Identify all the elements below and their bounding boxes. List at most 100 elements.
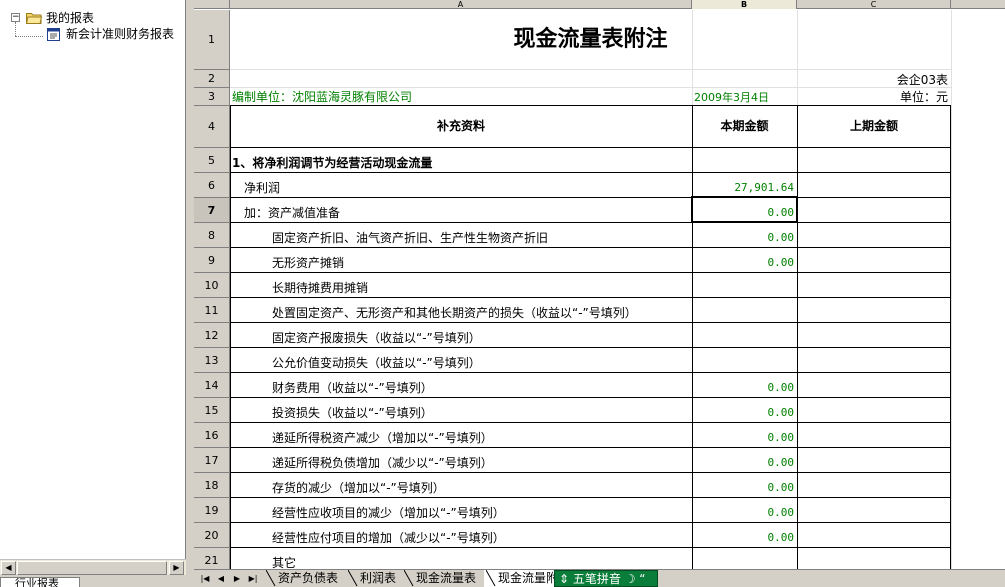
row-label[interactable]: 经营性应收项目的减少（增加以“-”号填列） [272, 504, 690, 522]
previous-amount-cell[interactable] [799, 379, 947, 397]
row-header[interactable]: 19 [194, 498, 230, 523]
previous-amount-cell[interactable] [799, 504, 947, 522]
current-amount-cell[interactable]: 0.00 [694, 479, 795, 497]
current-amount-cell[interactable]: 0.00 [694, 254, 795, 272]
current-amount-cell[interactable]: 0.00 [694, 429, 795, 447]
current-amount-cell[interactable]: 0.00 [694, 529, 795, 547]
row-header[interactable]: 7 [194, 198, 230, 223]
current-amount-cell[interactable] [694, 154, 794, 172]
sheet-tab[interactable]: 现金流量表 [402, 570, 484, 587]
row-label[interactable]: 经营性应付项目的增加（减少以“-”号填列） [272, 529, 690, 547]
scrollbar-thumb[interactable] [17, 561, 167, 575]
row-label[interactable]: 公允价值变动损失（收益以“-”号填列） [272, 354, 690, 372]
row-header[interactable]: 13 [194, 348, 230, 373]
row-header[interactable]: 9 [194, 248, 230, 273]
row-header[interactable]: 10 [194, 273, 230, 298]
spreadsheet[interactable]: A B C 现金流量表附注 会企03表 编制单位：沈阳蓝海灵豚有限公司 2009… [194, 0, 1005, 569]
first-sheet-icon[interactable]: |◀ [198, 572, 212, 585]
row-label[interactable]: 加：资产减值准备 [244, 204, 690, 222]
previous-amount-cell[interactable] [799, 229, 947, 247]
row-header[interactable]: 18 [194, 473, 230, 498]
row-header[interactable]: 3 [194, 88, 230, 106]
previous-amount-cell[interactable] [799, 429, 947, 447]
report-tree-panel[interactable]: − 我的报表 新会计准则财务报表 ◀ ▶ [0, 0, 186, 575]
row-label[interactable]: 递延所得税负债增加（减少以“-”号填列） [272, 454, 690, 472]
tree-horizontal-scrollbar[interactable]: ◀ ▶ [0, 559, 186, 575]
row-label[interactable]: 递延所得税资产减少（增加以“-”号填列） [272, 429, 690, 447]
ime-status-bar[interactable]: ⇕ 五笔拼音 ☽ “ [554, 570, 658, 587]
row-label[interactable]: 净利润 [244, 179, 690, 197]
scroll-left-icon[interactable]: ◀ [1, 561, 16, 575]
row-header[interactable]: 17 [194, 448, 230, 473]
row-label[interactable]: 固定资产折旧、油气资产折旧、生产性生物资产折旧 [272, 229, 690, 247]
previous-amount-cell[interactable] [799, 529, 947, 547]
row-header[interactable]: 8 [194, 223, 230, 248]
previous-amount-cell[interactable] [799, 329, 947, 347]
current-amount-cell[interactable]: 0.00 [694, 379, 795, 397]
row-label[interactable]: 投资损失（收益以“-”号填列） [272, 404, 690, 422]
previous-amount-cell[interactable] [799, 479, 947, 497]
row-header[interactable]: 1 [194, 10, 230, 70]
table-border [230, 297, 951, 298]
row-header[interactable]: 6 [194, 173, 230, 198]
table-border [797, 105, 798, 569]
row-label[interactable]: 存货的减少（增加以“-”号填列） [272, 479, 690, 497]
previous-amount-cell[interactable] [799, 154, 947, 172]
previous-amount-cell[interactable] [799, 279, 947, 297]
previous-amount-cell[interactable] [799, 179, 947, 197]
current-amount-cell[interactable]: 27,901.64 [694, 179, 794, 197]
tab-industry-reports[interactable]: 行业报表 [0, 577, 80, 587]
sheet-tab[interactable]: 现金流量附 [484, 570, 554, 587]
row-label[interactable]: 固定资产报废损失（收益以“-”号填列） [272, 329, 690, 347]
current-amount-cell[interactable]: 0.00 [694, 404, 795, 422]
row-header[interactable]: 21 [194, 548, 230, 569]
row-header[interactable]: 4 [194, 106, 230, 148]
row-header[interactable]: 2 [194, 70, 230, 88]
row-header[interactable]: 20 [194, 523, 230, 548]
sheet-tab[interactable]: 利润表 [346, 570, 402, 587]
row-header[interactable]: 11 [194, 298, 230, 323]
row-label[interactable]: 财务费用（收益以“-”号填列） [272, 379, 690, 397]
scroll-right-icon[interactable]: ▶ [169, 561, 184, 575]
tree-item-my-reports[interactable]: 我的报表 [46, 10, 94, 26]
row-header[interactable]: 5 [194, 148, 230, 173]
previous-amount-cell[interactable] [799, 454, 947, 472]
last-sheet-icon[interactable]: ▶| [246, 572, 260, 585]
current-amount-cell[interactable] [694, 554, 794, 569]
prev-sheet-icon[interactable]: ◀ [214, 572, 228, 585]
column-header-a[interactable]: A [230, 0, 692, 9]
current-amount-cell[interactable] [694, 354, 794, 372]
moon-icon[interactable]: ☽ [621, 572, 639, 586]
row-header[interactable]: 16 [194, 423, 230, 448]
previous-amount-cell[interactable] [799, 304, 947, 322]
collapse-icon[interactable]: − [11, 13, 20, 22]
previous-amount-cell[interactable] [799, 254, 947, 272]
row-label[interactable]: 处置固定资产、无形资产和其他长期资产的损失（收益以“-”号填列） [272, 304, 690, 322]
row-label[interactable]: 其它 [272, 554, 690, 569]
current-amount-cell[interactable]: 0.00 [694, 504, 795, 522]
row-header[interactable]: 12 [194, 323, 230, 348]
row-label[interactable]: 长期待摊费用摊销 [272, 279, 690, 297]
previous-amount-cell[interactable] [799, 204, 947, 222]
previous-amount-cell[interactable] [799, 354, 947, 372]
current-amount-cell[interactable]: 0.00 [694, 454, 795, 472]
row-header[interactable]: 14 [194, 373, 230, 398]
current-amount-cell[interactable] [694, 279, 794, 297]
column-header-c[interactable]: C [797, 0, 951, 9]
current-amount-cell[interactable] [694, 304, 794, 322]
tree-item-financial-reports[interactable]: 新会计准则财务报表 [66, 26, 174, 42]
current-amount-cell[interactable]: 0.00 [694, 229, 795, 247]
previous-amount-cell[interactable] [799, 554, 947, 569]
row-header[interactable]: 15 [194, 398, 230, 423]
previous-amount-cell[interactable] [799, 404, 947, 422]
punctuation-icon[interactable]: “ [639, 572, 645, 586]
next-sheet-icon[interactable]: ▶ [230, 572, 244, 585]
ime-expand-icon[interactable]: ⇕ [559, 572, 573, 586]
sheet-tab[interactable]: 资产负债表 [264, 570, 346, 587]
row-label[interactable]: 无形资产摊销 [272, 254, 690, 272]
corner-cell[interactable] [194, 0, 230, 9]
gridline [797, 10, 798, 105]
current-amount-cell[interactable] [694, 329, 794, 347]
column-header-b[interactable]: B [692, 0, 797, 9]
row-label[interactable]: 1、将净利润调节为经营活动现金流量 [232, 154, 690, 172]
